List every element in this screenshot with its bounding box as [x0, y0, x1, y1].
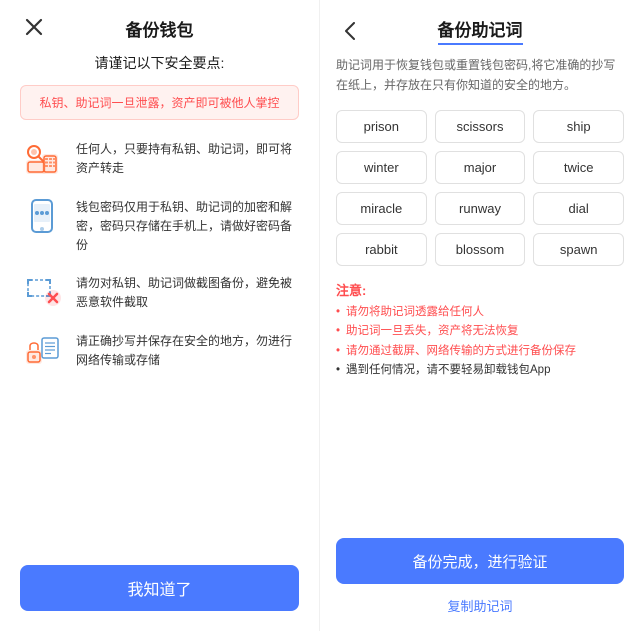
security-item-1-text: 任何人，只要持有私钥、助记词，即可将资产转走: [76, 136, 299, 178]
security-item-2-text: 钱包密码仅用于私钥、助记词的加密和解密，密码只存储在手机上，请做好密码备份: [76, 194, 299, 256]
screenshot-icon: [20, 270, 64, 314]
backup-button[interactable]: 备份完成，进行验证: [336, 538, 624, 584]
mnemonic-word-4: winter: [336, 151, 427, 184]
left-panel: 备份钱包 请谨记以下安全要点: 私钥、助记词一旦泄露，资产即可被他人掌控: [0, 0, 320, 631]
description-text: 助记词用于恢复钱包或重置钱包密码,将它准确的抄写在纸上，并存放在只有你知道的安全…: [336, 55, 624, 96]
left-header: 备份钱包: [20, 0, 299, 53]
left-bottom: 我知道了: [20, 549, 299, 611]
paper-icon: [20, 328, 64, 372]
mnemonic-word-3: ship: [533, 110, 624, 143]
copy-mnemonic-link[interactable]: 复制助记词: [336, 596, 624, 615]
mnemonic-word-8: runway: [435, 192, 526, 225]
left-title: 备份钱包: [126, 16, 194, 41]
note-item-4: 遇到任何情况，请不要轻易卸载钱包App: [336, 361, 624, 381]
mnemonic-word-7: miracle: [336, 192, 427, 225]
security-item-2: 钱包密码仅用于私钥、助记词的加密和解密，密码只存储在手机上，请做好密码备份: [20, 194, 299, 256]
mnemonic-word-11: blossom: [435, 233, 526, 266]
mnemonic-word-6: twice: [533, 151, 624, 184]
security-item-3: 请勿对私钥、助记词做截图备份，避免被恶意软件截取: [20, 270, 299, 314]
warning-box: 私钥、助记词一旦泄露，资产即可被他人掌控: [20, 85, 299, 120]
right-header: 备份助记词: [336, 0, 624, 55]
right-title: 备份助记词: [438, 16, 523, 45]
confirm-button[interactable]: 我知道了: [20, 565, 299, 611]
note-item-1: 请勿将助记词透露给任何人: [336, 303, 624, 323]
security-item-4-text: 请正确抄写并保存在安全的地方，勿进行网络传输或存储: [76, 328, 299, 370]
mnemonic-word-10: rabbit: [336, 233, 427, 266]
mnemonic-word-12: spawn: [533, 233, 624, 266]
notes-section: 注意: 请勿将助记词透露给任何人 助记词一旦丢失，资产将无法恢复 请勿通过截屏、…: [336, 280, 624, 381]
back-button[interactable]: [336, 17, 364, 45]
security-list: 任何人，只要持有私钥、助记词，即可将资产转走 钱包密码仅用于私钥、助记词的加密和…: [20, 136, 299, 549]
key-icon: [20, 136, 64, 180]
close-button[interactable]: [20, 13, 48, 41]
phone-icon: [20, 194, 64, 238]
back-icon: [345, 22, 355, 40]
notes-title: 注意:: [336, 280, 624, 299]
security-item-3-text: 请勿对私钥、助记词做截图备份，避免被恶意软件截取: [76, 270, 299, 312]
right-panel: 备份助记词 助记词用于恢复钱包或重置钱包密码,将它准确的抄写在纸上，并存放在只有…: [320, 0, 640, 631]
note-item-3: 请勿通过截屏、网络传输的方式进行备份保存: [336, 342, 624, 362]
mnemonic-word-5: major: [435, 151, 526, 184]
mnemonic-word-9: dial: [533, 192, 624, 225]
mnemonic-grid: prison scissors ship winter major twice …: [336, 110, 624, 266]
right-title-container: 备份助记词: [364, 16, 624, 45]
close-icon: [25, 18, 43, 36]
notes-list: 请勿将助记词透露给任何人 助记词一旦丢失，资产将无法恢复 请勿通过截屏、网络传输…: [336, 303, 624, 381]
security-item-1: 任何人，只要持有私钥、助记词，即可将资产转走: [20, 136, 299, 180]
right-bottom: 备份完成，进行验证 复制助记词: [336, 538, 624, 615]
mnemonic-word-1: prison: [336, 110, 427, 143]
mnemonic-word-2: scissors: [435, 110, 526, 143]
security-item-4: 请正确抄写并保存在安全的地方，勿进行网络传输或存储: [20, 328, 299, 372]
left-subtitle: 请谨记以下安全要点:: [20, 53, 299, 73]
note-item-2: 助记词一旦丢失，资产将无法恢复: [336, 322, 624, 342]
